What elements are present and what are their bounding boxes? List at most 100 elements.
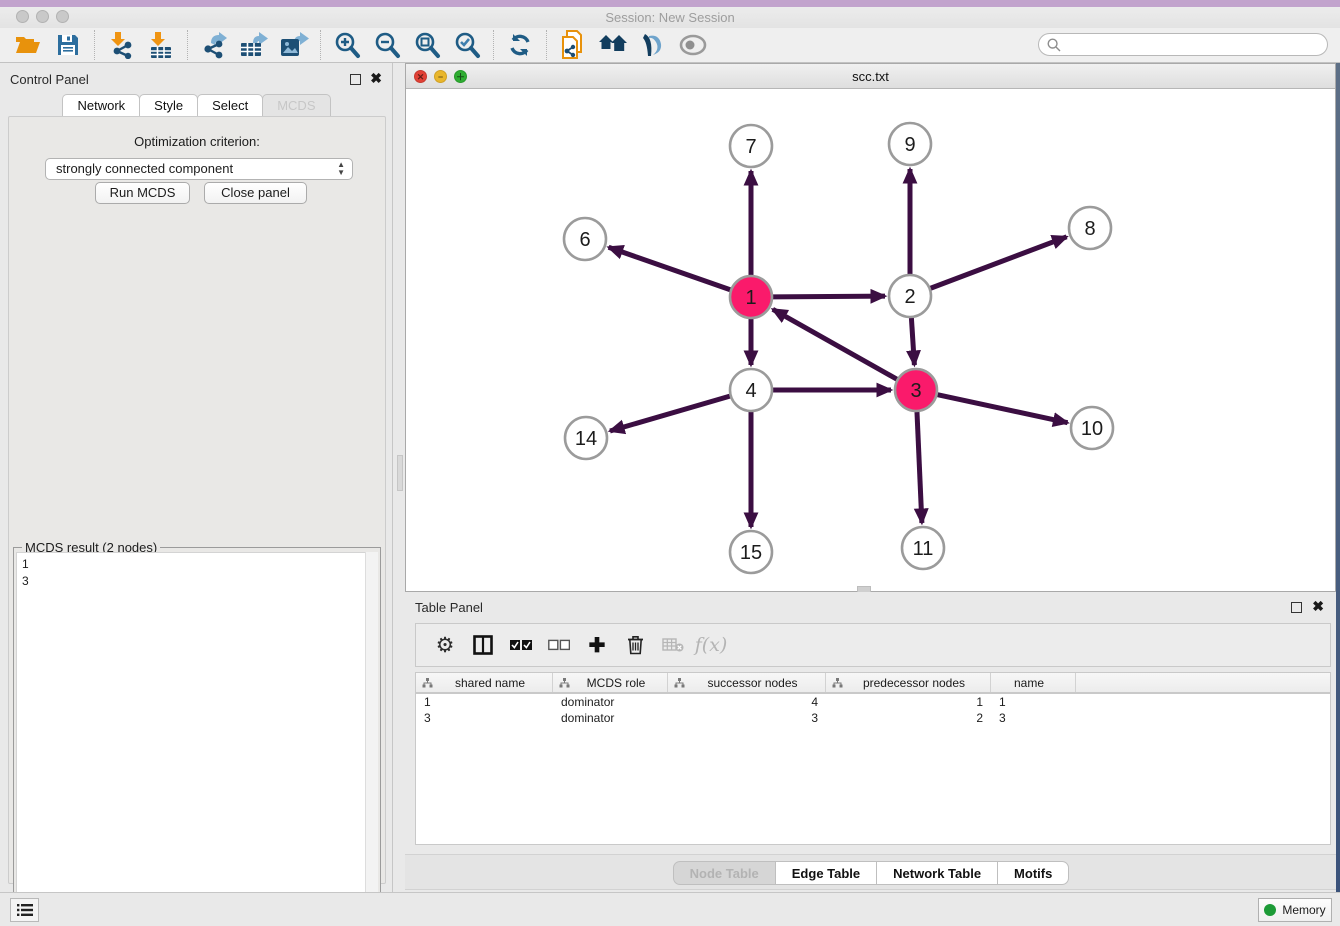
run-mcds-button[interactable]: Run MCDS: [95, 182, 190, 204]
graph-node-15[interactable]: 15: [730, 531, 772, 573]
select-all-icon[interactable]: [502, 629, 540, 661]
control-panel-title: Control Panel: [10, 72, 89, 87]
tab-network[interactable]: Network: [62, 94, 140, 116]
export-image-icon[interactable]: [274, 30, 314, 60]
search-input[interactable]: [1066, 38, 1327, 52]
mcds-panel: Optimization criterion: strongly connect…: [8, 116, 386, 884]
import-network-icon[interactable]: [101, 30, 141, 60]
table-row[interactable]: 1dominator411: [416, 694, 1330, 710]
graph-node-8[interactable]: 8: [1069, 207, 1111, 249]
import-table-icon[interactable]: [141, 30, 181, 60]
graph-node-14[interactable]: 14: [565, 417, 607, 459]
toolbar-separator: [187, 30, 188, 60]
graph-node-9[interactable]: 9: [889, 123, 931, 165]
network-graph[interactable]: 7 9 6 8 1 2 4 3 14 10 15 11: [406, 89, 1335, 591]
tab-edge-table[interactable]: Edge Table: [775, 861, 877, 885]
graph-edge-2-3[interactable]: [911, 318, 914, 365]
delete-column-icon[interactable]: [616, 629, 654, 661]
zoom-in-icon[interactable]: [327, 30, 367, 60]
memory-label: Memory: [1282, 903, 1325, 917]
graph-node-1[interactable]: 1: [730, 276, 772, 318]
optimization-criterion-label: Optimization criterion:: [9, 134, 385, 149]
network-window-titlebar[interactable]: ✕ − ＋ scc.txt: [406, 64, 1335, 89]
toolbar-separator: [493, 30, 494, 60]
table-cell: 1: [826, 694, 991, 710]
graph-node-2[interactable]: 2: [889, 275, 931, 317]
apply-style-icon[interactable]: [633, 30, 673, 60]
table-row[interactable]: 3dominator323: [416, 710, 1330, 726]
zoom-out-icon[interactable]: [367, 30, 407, 60]
close-panel-button[interactable]: Close panel: [204, 182, 307, 204]
node-label: 3: [910, 380, 921, 402]
column-header-predecessor-nodes[interactable]: predecessor nodes: [826, 673, 991, 692]
copy-network-icon[interactable]: [553, 30, 593, 60]
zoom-fit-icon[interactable]: [407, 30, 447, 60]
vertical-splitter-handle[interactable]: [397, 455, 403, 491]
zoom-selected-icon[interactable]: [447, 30, 487, 60]
graph-edge-4-14[interactable]: [610, 396, 730, 431]
float-table-panel-icon[interactable]: [1291, 602, 1302, 613]
memory-button[interactable]: Memory: [1258, 898, 1332, 922]
tab-mcds[interactable]: MCDS: [262, 94, 330, 116]
close-table-panel-icon[interactable]: ✖: [1312, 598, 1324, 615]
table-cell: 3: [991, 710, 1077, 726]
tab-motifs[interactable]: Motifs: [997, 861, 1069, 885]
graph-edge-3-11[interactable]: [917, 412, 922, 523]
node-label: 4: [745, 380, 756, 402]
node-label: 11: [913, 538, 934, 560]
network-canvas[interactable]: 7 9 6 8 1 2 4 3 14 10 15 11: [406, 89, 1335, 591]
column-header-name[interactable]: name: [991, 673, 1076, 692]
graph-node-10[interactable]: 10: [1071, 407, 1113, 449]
deselect-all-icon[interactable]: [540, 629, 578, 661]
toolbar-separator: [94, 30, 95, 60]
save-icon[interactable]: [48, 30, 88, 60]
eye-icon[interactable]: [673, 30, 713, 60]
graph-edge-3-10[interactable]: [938, 395, 1068, 423]
column-header-mcds-role[interactable]: MCDS role: [553, 673, 668, 692]
export-network-icon[interactable]: [194, 30, 234, 60]
close-panel-icon[interactable]: ✖: [370, 70, 382, 87]
node-label: 14: [575, 428, 597, 450]
list-icon: [17, 903, 33, 917]
tab-select[interactable]: Select: [197, 94, 263, 116]
graph-edge-3-1[interactable]: [773, 309, 897, 379]
graph-node-11[interactable]: 11: [902, 527, 944, 569]
graph-node-7[interactable]: 7: [730, 125, 772, 167]
node-label: 9: [904, 134, 915, 156]
graph-edge-1-2[interactable]: [773, 296, 885, 297]
node-table-body: 1dominator4113dominator323: [416, 694, 1330, 726]
gear-icon[interactable]: ⚙: [426, 629, 464, 661]
node-label: 1: [745, 287, 756, 309]
table-cell: 3: [668, 710, 826, 726]
toolbar-separator: [546, 30, 547, 60]
home-icon[interactable]: [593, 30, 633, 60]
column-header-successor-nodes[interactable]: successor nodes: [668, 673, 826, 692]
column-header-shared-name[interactable]: shared name: [416, 673, 553, 692]
export-table-icon[interactable]: [234, 30, 274, 60]
mcds-result-text[interactable]: 1 3: [16, 552, 378, 914]
graph-edge-1-6[interactable]: [609, 247, 731, 289]
graph-node-4[interactable]: 4: [730, 369, 772, 411]
edge-layer: [609, 169, 1068, 527]
add-column-icon[interactable]: ✚: [578, 629, 616, 661]
tab-network-table[interactable]: Network Table: [876, 861, 998, 885]
graph-edge-2-8[interactable]: [931, 237, 1067, 288]
open-folder-icon[interactable]: [8, 30, 48, 60]
column-selector-icon[interactable]: [464, 629, 502, 661]
table-tab-strip: Node Table Edge Table Network Table Moti…: [405, 854, 1336, 890]
table-toolbar: ⚙ ✚ f(x): [415, 623, 1331, 667]
graph-node-6[interactable]: 6: [564, 218, 606, 260]
node-table-header: shared name MCDS role successor nodes pr…: [416, 673, 1330, 694]
search-box[interactable]: [1038, 33, 1328, 56]
app-titlebar: Session: New Session: [0, 7, 1340, 28]
criterion-value: strongly connected component: [56, 161, 233, 176]
task-history-button[interactable]: [10, 898, 39, 922]
criterion-select[interactable]: strongly connected component ▲▼: [45, 158, 353, 180]
graph-node-3[interactable]: 3: [895, 369, 937, 411]
result-scrollbar[interactable]: [365, 552, 378, 914]
control-panel-tabs: Network Style Select MCDS: [0, 94, 392, 116]
float-panel-icon[interactable]: [350, 74, 361, 85]
tab-style[interactable]: Style: [139, 94, 198, 116]
refresh-icon[interactable]: [500, 30, 540, 60]
tab-node-table[interactable]: Node Table: [673, 861, 776, 885]
